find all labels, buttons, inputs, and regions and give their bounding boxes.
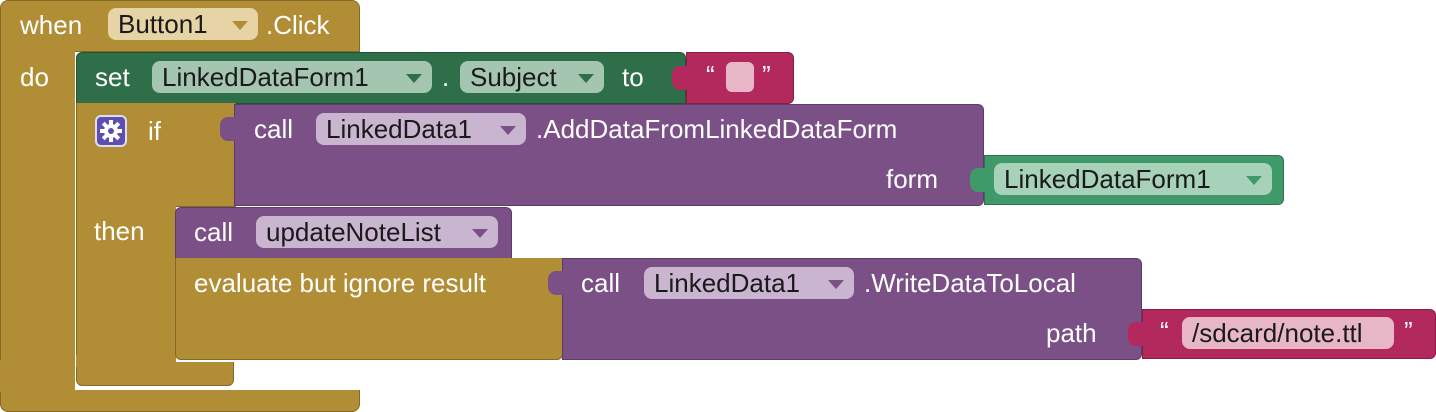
- evaluate-ignore-label: evaluate but ignore result: [194, 268, 486, 298]
- path-open-quote: “: [1160, 316, 1169, 346]
- button1-dropdown-label: Button1: [118, 9, 208, 39]
- when-event-connector: [0, 360, 75, 392]
- form-param-label: form: [886, 164, 938, 194]
- empty-text-field[interactable]: [726, 62, 754, 92]
- if-label: if: [148, 116, 161, 146]
- add-data-call-label: call: [254, 114, 294, 144]
- path-text-value: /sdcard/note.ttl: [1192, 318, 1363, 348]
- text-socket-nub: [672, 66, 688, 90]
- path-param-label: path: [1046, 318, 1097, 348]
- add-data-socket-nub: [220, 117, 236, 141]
- gear-icon[interactable]: [95, 115, 127, 147]
- chevron-down-icon: [1246, 176, 1262, 185]
- subject-property-dropdown[interactable]: Subject: [460, 61, 604, 93]
- write-method-label: .WriteDataToLocal: [864, 268, 1076, 298]
- do-label: do: [20, 62, 49, 92]
- form-socket-nub: [970, 168, 986, 192]
- chevron-down-icon: [578, 74, 594, 83]
- to-label: to: [622, 62, 644, 92]
- button1-dropdown[interactable]: Button1: [108, 8, 258, 40]
- empty-text-open-quote: “: [706, 60, 715, 90]
- procedure-dropdown[interactable]: updateNoteList: [256, 216, 498, 248]
- set-label: set: [95, 62, 130, 92]
- procedure-dropdown-label: updateNoteList: [266, 217, 441, 247]
- linkeddata1-dropdown-label: LinkedData1: [326, 114, 472, 144]
- chevron-down-icon: [232, 21, 248, 30]
- write-linkeddata1-dropdown-label: LinkedData1: [654, 268, 800, 298]
- then-label: then: [94, 216, 145, 246]
- chevron-down-icon: [828, 280, 844, 289]
- linkeddataform1-dropdown-label: LinkedDataForm1: [162, 62, 369, 92]
- form-component-dropdown-label: LinkedDataForm1: [1004, 164, 1211, 194]
- path-text-field[interactable]: /sdcard/note.ttl: [1182, 317, 1394, 349]
- path-close-quote: ”: [1404, 316, 1413, 346]
- path-socket-nub: [1128, 322, 1144, 346]
- when-event-footer: [0, 390, 360, 412]
- linkeddataform1-dropdown[interactable]: LinkedDataForm1: [152, 61, 432, 93]
- chevron-down-icon: [406, 74, 422, 83]
- linkeddata1-dropdown[interactable]: LinkedData1: [316, 113, 526, 145]
- procedure-call-label: call: [194, 217, 234, 247]
- when-label: when: [20, 10, 83, 40]
- write-data-socket-nub: [548, 271, 564, 295]
- if-then-footer-inner: [76, 355, 176, 367]
- write-data-call-label: call: [581, 268, 621, 298]
- when-event-body: [0, 50, 75, 362]
- add-data-method-label: .AddDataFromLinkedDataForm: [536, 114, 898, 144]
- empty-text-close-quote: ”: [762, 60, 771, 90]
- chevron-down-icon: [500, 126, 516, 135]
- set-dot-label: .: [442, 62, 450, 92]
- chevron-down-icon: [472, 229, 488, 238]
- write-linkeddata1-dropdown[interactable]: LinkedData1: [644, 267, 854, 299]
- subject-property-label: Subject: [470, 62, 557, 92]
- form-component-dropdown[interactable]: LinkedDataForm1: [994, 163, 1272, 195]
- click-event-label: .Click: [266, 10, 330, 40]
